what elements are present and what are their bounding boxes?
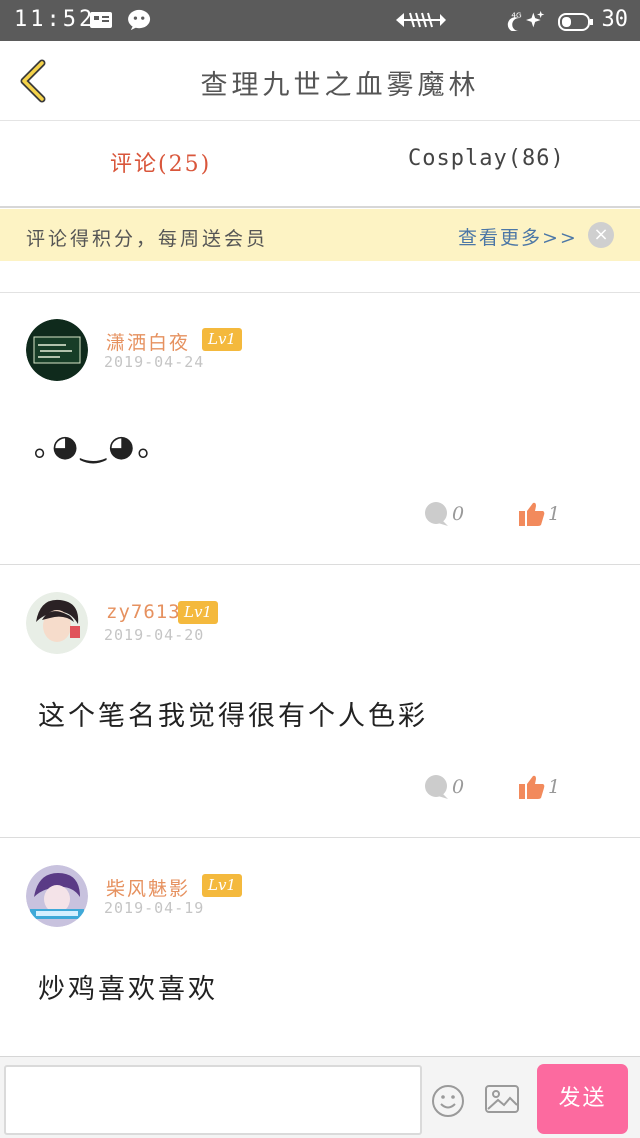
comment-item: 潇洒白夜 Lv1 2019-04-24 ｡◕‿◕｡ 0 1 bbox=[0, 293, 640, 565]
avatar[interactable] bbox=[26, 592, 88, 654]
username[interactable]: 柴风魅影 bbox=[106, 874, 190, 901]
comment-item: 柴风魅影 Lv1 2019-04-19 炒鸡喜欢喜欢 bbox=[0, 839, 640, 1055]
comment-text: 炒鸡喜欢喜欢 bbox=[38, 974, 218, 1005]
send-button[interactable]: 发送 bbox=[537, 1064, 628, 1134]
status-bar: 11:52 4G 30 bbox=[0, 0, 640, 41]
wechat-icon bbox=[128, 9, 151, 31]
reply-count: 0 bbox=[452, 503, 465, 525]
comment-bubble-icon bbox=[425, 502, 448, 526]
comment-text: 这个笔名我觉得很有个人色彩 bbox=[38, 701, 428, 732]
tab-comments[interactable]: 评论(25) bbox=[110, 146, 211, 178]
notice-more-link[interactable]: 查看更多>> bbox=[458, 223, 578, 250]
notice-banner: 评论得积分，每周送会员 查看更多>> × bbox=[0, 209, 640, 261]
fishbone-icon bbox=[396, 12, 446, 28]
smiley-icon[interactable] bbox=[430, 1083, 466, 1119]
like-button[interactable]: 1 bbox=[518, 774, 560, 804]
battery-level: 30 bbox=[601, 7, 629, 32]
avatar[interactable] bbox=[26, 865, 88, 927]
back-button[interactable] bbox=[14, 57, 54, 105]
comment-item: zy7613 Lv1 2019-04-20 这个笔名我觉得很有个人色彩 0 1 bbox=[0, 566, 640, 838]
page-title: 查理九世之血雾魔林 bbox=[200, 70, 480, 101]
header: 查理九世之血雾魔林 bbox=[0, 41, 640, 121]
avatar[interactable] bbox=[26, 319, 88, 381]
comment-text: ｡◕‿◕｡ bbox=[34, 429, 156, 464]
comment-actions: 0 1 bbox=[424, 501, 624, 531]
reply-button[interactable]: 0 bbox=[424, 501, 464, 531]
comment-date: 2019-04-19 bbox=[104, 899, 205, 917]
close-icon[interactable]: × bbox=[588, 222, 614, 248]
4g-signal-icon: 4G bbox=[507, 10, 545, 31]
image-icon[interactable] bbox=[484, 1083, 520, 1115]
moon-icon bbox=[457, 10, 491, 30]
notice-text: 评论得积分，每周送会员 bbox=[26, 228, 269, 250]
level-badge: Lv1 bbox=[202, 328, 242, 351]
comment-date: 2019-04-20 bbox=[104, 626, 205, 644]
level-badge: Lv1 bbox=[178, 601, 218, 624]
like-count: 1 bbox=[548, 776, 561, 798]
comment-input[interactable] bbox=[4, 1065, 422, 1135]
comment-date: 2019-04-24 bbox=[104, 353, 205, 371]
username[interactable]: 潇洒白夜 bbox=[106, 328, 190, 355]
status-time: 11:52 bbox=[14, 7, 96, 32]
reply-button[interactable]: 0 bbox=[424, 774, 464, 804]
like-count: 1 bbox=[548, 503, 561, 525]
thumbs-up-icon bbox=[519, 502, 545, 526]
tab-bar: 评论(25) Cosplay(86) bbox=[0, 122, 640, 208]
composer-bar: 发送 bbox=[0, 1056, 640, 1138]
reply-count: 0 bbox=[452, 776, 465, 798]
comment-actions: 0 1 bbox=[424, 774, 624, 804]
battery-icon bbox=[558, 13, 593, 31]
level-badge: Lv1 bbox=[202, 874, 242, 897]
like-button[interactable]: 1 bbox=[518, 501, 560, 531]
username[interactable]: zy7613 bbox=[106, 601, 181, 623]
tab-cosplay[interactable]: Cosplay(86) bbox=[408, 146, 565, 171]
thumbs-up-icon bbox=[519, 775, 545, 799]
comment-bubble-icon bbox=[425, 775, 448, 799]
sim-card-icon bbox=[90, 12, 112, 28]
